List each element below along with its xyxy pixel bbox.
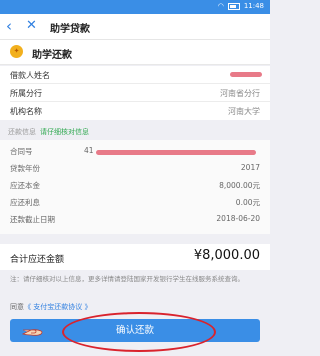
info-label: 所属分行 [10, 89, 42, 98]
repay-value: 2017 [240, 163, 260, 172]
confirm-repay-button[interactable]: 确认还款 [10, 319, 260, 342]
agreement-prefix: 同意 [10, 303, 24, 311]
redacted-mark [96, 150, 256, 155]
info-value: 河南大学 [228, 107, 260, 116]
note-text: 注：请仔细核对以上信息，更多详情请登陆国家开发银行学生在线服务系统查询。 [10, 275, 244, 283]
repay-label: 应还利息 [10, 198, 40, 207]
bank-logo-icon: ✦ [10, 45, 23, 58]
repay-value: 2018-06-20 [216, 214, 260, 223]
repay-row-interest: 应还利息 0.00元 [0, 195, 270, 210]
repay-row-deadline: 还款截止日期 2018-06-20 [0, 212, 270, 227]
agreement-link[interactable]: 《 支付宝还款协议 》 [24, 303, 91, 311]
nav-title: 助学贷款 [50, 24, 90, 35]
borrower-info-card: 借款人姓名 所属分行 河南省分行 机构名称 河南大学 [0, 66, 270, 120]
back-icon[interactable]: ‹ [6, 17, 12, 35]
repay-section-label: 还款信息 请仔细核对信息 [8, 127, 89, 137]
page-title: 助学还款 [32, 50, 72, 61]
total-row: 合计应还金额 ¥8,000.00 [0, 244, 270, 270]
info-row-branch: 所属分行 河南省分行 [0, 84, 270, 102]
page-header: ✦ 助学还款 [0, 40, 270, 65]
info-label: 借款人姓名 [10, 71, 50, 80]
nav-bar: ‹ ✕ 助学贷款 [0, 14, 270, 40]
repay-value: 0.00元 [235, 198, 260, 207]
total-label: 合计应还金额 [10, 255, 65, 265]
repay-row-principal: 应还本金 8,000.00元 [0, 178, 270, 193]
close-icon[interactable]: ✕ [26, 18, 37, 33]
repay-label: 合同号 [10, 147, 33, 156]
repay-label: 还款截止日期 [10, 215, 55, 224]
status-bar: ◠ 11:48 [0, 0, 270, 14]
section-hint: 请仔细核对信息 [40, 128, 89, 136]
agreement-line: 同意《 支付宝还款协议 》 [10, 302, 91, 312]
total-amount: ¥8,000.00 [193, 248, 260, 263]
info-label: 机构名称 [10, 107, 42, 116]
repay-row-year: 贷款年份 2017 [0, 161, 270, 176]
info-row-institution: 机构名称 河南大学 [0, 102, 270, 120]
battery-icon [227, 2, 240, 10]
wifi-icon: ◠ [217, 2, 224, 10]
info-value: 河南省分行 [220, 89, 260, 98]
info-row-borrower-name: 借款人姓名 [0, 66, 270, 84]
contract-number: 41 [84, 146, 94, 155]
repay-row-contract: 合同号 41 [0, 144, 270, 159]
pointing-hand-icon [22, 329, 43, 336]
repay-label: 应还本金 [10, 181, 40, 190]
section-title: 还款信息 [8, 128, 36, 136]
redacted-mark [230, 72, 262, 77]
repay-value: 8,000.00元 [219, 181, 260, 190]
repay-label: 贷款年份 [10, 164, 40, 173]
repay-info-card: 合同号 41 贷款年份 2017 应还本金 8,000.00元 应还利息 0.0… [0, 140, 270, 234]
status-time: 11:48 [243, 2, 264, 10]
